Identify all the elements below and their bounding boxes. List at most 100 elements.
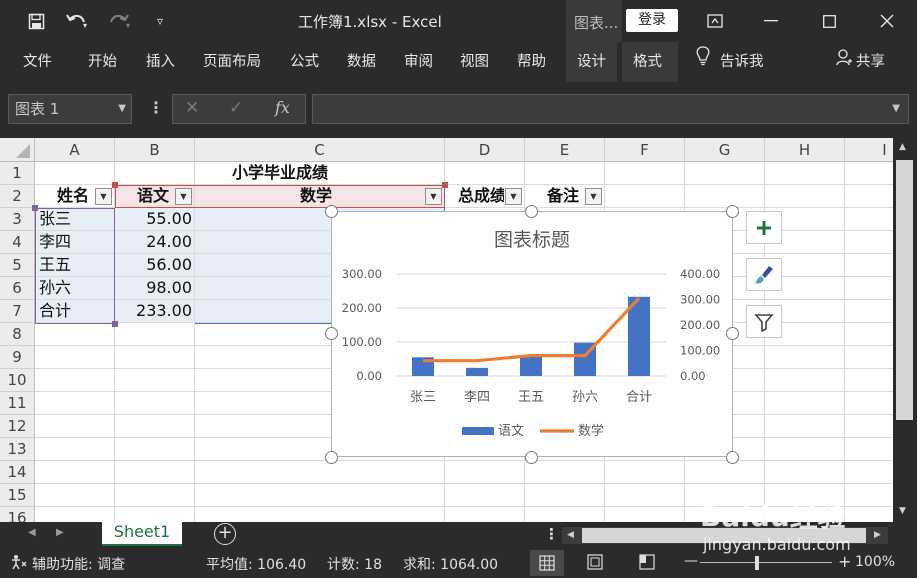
cell-chinese[interactable]: 55.00 <box>115 208 192 230</box>
split-handle-icon[interactable]: ⋮ <box>544 525 559 543</box>
tab-formulas[interactable]: 公式 <box>290 42 319 82</box>
column-header-g[interactable]: G <box>685 138 765 162</box>
resize-handle-top-right[interactable] <box>726 205 739 218</box>
row-header[interactable]: 9 <box>0 346 35 369</box>
cell-chinese[interactable]: 98.00 <box>115 277 192 299</box>
scroll-down-icon[interactable]: ▼ <box>899 506 906 516</box>
chevron-down-icon[interactable]: ▼ <box>118 103 126 114</box>
more-options-icon[interactable]: ⋮ <box>148 98 164 117</box>
column-header-h[interactable]: H <box>765 138 845 162</box>
row-header[interactable]: 2 <box>0 185 35 208</box>
select-all-corner[interactable] <box>0 138 35 162</box>
formula-input[interactable]: ▼ <box>312 94 909 124</box>
minimize-icon[interactable] <box>756 8 786 34</box>
share-button[interactable]: 共享 <box>836 42 885 82</box>
row-header[interactable]: 7 <box>0 300 35 323</box>
name-box[interactable]: 图表 1 ▼ <box>8 94 132 124</box>
resize-handle-top[interactable] <box>525 205 538 218</box>
row-header[interactable]: 5 <box>0 254 35 277</box>
resize-handle-right[interactable] <box>726 327 739 340</box>
row-header[interactable]: 16 <box>0 507 35 522</box>
tab-scroll-left-icon[interactable]: ◀ <box>28 527 36 538</box>
chart-elements-button[interactable] <box>746 211 782 244</box>
resize-handle-left[interactable] <box>325 327 338 340</box>
insert-function-icon[interactable]: fx <box>275 98 290 117</box>
column-header-e[interactable]: E <box>525 138 605 162</box>
normal-view-button[interactable] <box>530 550 564 576</box>
zoom-slider-track[interactable] <box>700 562 832 563</box>
row-header[interactable]: 14 <box>0 461 35 484</box>
column-header-i[interactable]: I <box>845 138 893 162</box>
cell-chinese[interactable]: 24.00 <box>115 231 192 253</box>
enter-icon[interactable]: ✓ <box>229 98 243 118</box>
tab-file[interactable]: 文件 <box>23 42 52 82</box>
ribbon-display-icon[interactable] <box>700 8 730 34</box>
filter-dropdown-name[interactable]: ▼ <box>95 188 112 205</box>
chart-styles-button[interactable] <box>746 258 782 291</box>
tab-home[interactable]: 开始 <box>88 42 117 82</box>
cancel-icon[interactable]: ✕ <box>185 98 199 118</box>
resize-handle-top-left[interactable] <box>325 205 338 218</box>
login-button[interactable]: 登录 <box>626 9 678 32</box>
range-outline-names <box>35 208 115 324</box>
filter-dropdown-total[interactable]: ▼ <box>505 188 522 205</box>
filter-dropdown-note[interactable]: ▼ <box>585 188 602 205</box>
save-icon[interactable] <box>24 9 48 33</box>
zoom-out-button[interactable]: — <box>684 553 698 569</box>
tab-design[interactable]: 设计 <box>566 42 617 82</box>
resize-handle-bottom[interactable] <box>525 451 538 464</box>
column-header-a[interactable]: A <box>35 138 115 162</box>
column-header-d[interactable]: D <box>445 138 525 162</box>
vertical-scrollbar[interactable]: ▲ ▼ <box>893 138 917 522</box>
row-header[interactable]: 8 <box>0 323 35 346</box>
resize-handle-bottom-right[interactable] <box>726 451 739 464</box>
chart-title: 图表标题 <box>494 229 570 251</box>
row-header[interactable]: 10 <box>0 369 35 392</box>
tab-insert[interactable]: 插入 <box>146 42 175 82</box>
row-header[interactable]: 11 <box>0 392 35 415</box>
close-icon[interactable] <box>872 8 902 34</box>
cell-chinese[interactable]: 233.00 <box>115 300 192 322</box>
add-sheet-button[interactable]: + <box>214 523 236 545</box>
resize-handle-bottom-left[interactable] <box>325 451 338 464</box>
row-header[interactable]: 12 <box>0 415 35 438</box>
cell-chinese[interactable]: 56.00 <box>115 254 192 276</box>
tab-view[interactable]: 视图 <box>460 42 489 82</box>
accessibility-status[interactable]: 辅助功能: 调查 <box>32 554 125 574</box>
customize-toolbar-icon[interactable]: ▿ <box>150 9 170 33</box>
tab-scroll-right-icon[interactable]: ▶ <box>56 527 64 538</box>
tab-review[interactable]: 审阅 <box>404 42 433 82</box>
scroll-right-icon[interactable]: ▶ <box>874 530 881 540</box>
vertical-scroll-thumb[interactable] <box>896 160 913 420</box>
tab-page-layout[interactable]: 页面布局 <box>203 42 261 82</box>
row-header[interactable]: 1 <box>0 162 35 185</box>
zoom-level[interactable]: 100% <box>855 554 895 570</box>
expand-formula-icon[interactable]: ▼ <box>892 103 900 114</box>
header-name: 姓名 <box>57 186 90 205</box>
column-header-c[interactable]: C <box>195 138 445 162</box>
row-header[interactable]: 4 <box>0 231 35 254</box>
scroll-left-icon[interactable]: ◀ <box>567 530 574 540</box>
row-header[interactable]: 3 <box>0 208 35 231</box>
chart-filters-button[interactable] <box>746 305 782 338</box>
tab-data[interactable]: 数据 <box>347 42 376 82</box>
page-break-view-button[interactable] <box>638 554 656 574</box>
row-header[interactable]: 13 <box>0 438 35 461</box>
redo-icon[interactable]: ▾ <box>104 9 138 33</box>
tab-help[interactable]: 帮助 <box>517 42 546 82</box>
page-layout-view-button[interactable] <box>586 554 604 574</box>
zoom-in-button[interactable]: + <box>838 552 851 571</box>
tell-me-button[interactable]: 告诉我 <box>696 42 764 82</box>
column-header-b[interactable]: B <box>115 138 195 162</box>
combo-chart[interactable]: 图表标题 0.00 100.00 200.00 300.00 0.00 100.00 200.… <box>331 211 733 457</box>
row-header[interactable]: 15 <box>0 484 35 507</box>
accessibility-icon[interactable] <box>10 554 30 574</box>
tab-format[interactable]: 格式 <box>622 42 678 82</box>
maximize-icon[interactable] <box>814 8 844 34</box>
sheet-tab-sheet1[interactable]: Sheet1 <box>102 522 182 546</box>
undo-icon[interactable]: ▾ <box>60 9 94 33</box>
zoom-slider-thumb[interactable] <box>755 556 759 570</box>
column-header-f[interactable]: F <box>605 138 685 162</box>
row-header[interactable]: 6 <box>0 277 35 300</box>
scroll-up-icon[interactable]: ▲ <box>899 142 906 152</box>
